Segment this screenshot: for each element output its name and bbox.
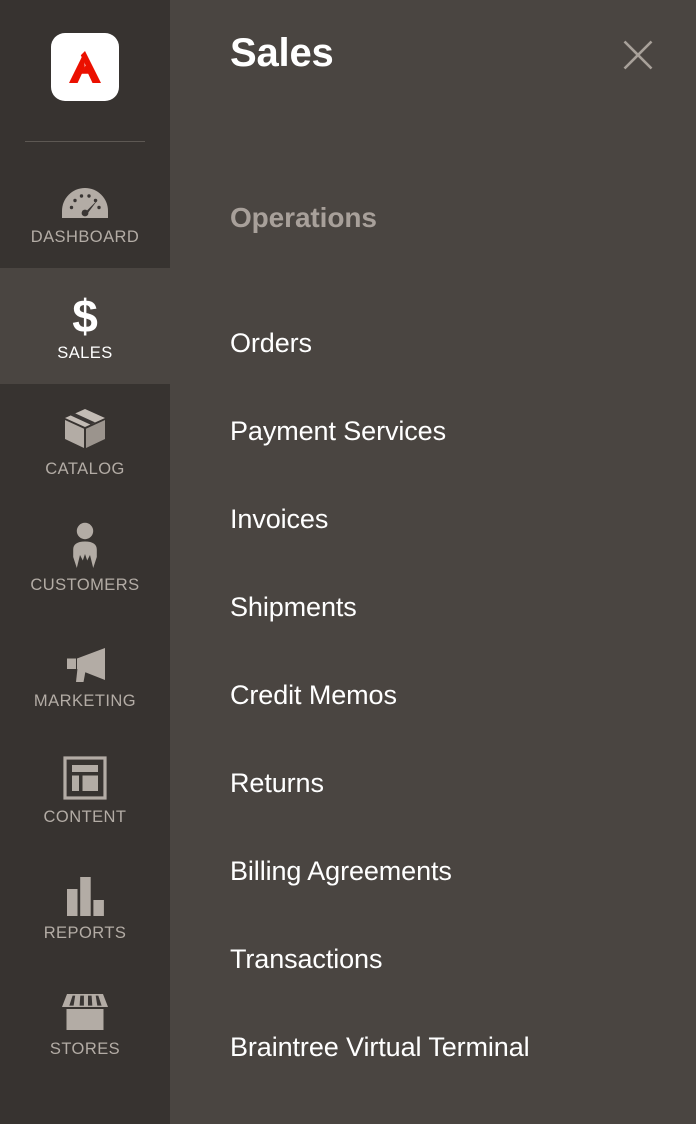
admin-sidebar-rail: DASHBOARD $ SALES CATALOG CUSTOMERS MARK… <box>0 0 170 1124</box>
sidebar-item-label: DASHBOARD <box>30 228 140 247</box>
list-item: Orders <box>170 299 696 387</box>
box-icon <box>62 406 108 452</box>
sidebar-item-dashboard[interactable]: DASHBOARD <box>0 152 170 268</box>
sidebar-item-reports[interactable]: REPORTS <box>0 848 170 964</box>
menu-item-shipments[interactable]: Shipments <box>170 563 696 651</box>
list-item: Invoices <box>170 475 696 563</box>
list-item: Payment Services <box>170 387 696 475</box>
sidebar-item-label: CATALOG <box>45 460 125 479</box>
section-heading-operations: Operations <box>230 202 377 233</box>
menu-item-payment-services[interactable]: Payment Services <box>170 387 696 475</box>
admin-menu-flyout-screen: DASHBOARD $ SALES CATALOG CUSTOMERS MARK… <box>0 0 696 1124</box>
menu-item-transactions[interactable]: Transactions <box>170 915 696 1003</box>
sidebar-item-customers[interactable]: CUSTOMERS <box>0 500 170 616</box>
sidebar-item-label: STORES <box>49 1040 121 1059</box>
menu-item-returns[interactable]: Returns <box>170 739 696 827</box>
sidebar-item-catalog[interactable]: CATALOG <box>0 384 170 500</box>
adobe-commerce-logo[interactable] <box>51 33 119 101</box>
rail-divider <box>25 141 145 142</box>
sidebar-item-marketing[interactable]: MARKETING <box>0 616 170 732</box>
page-title: Sales <box>230 31 334 75</box>
menu-item-orders[interactable]: Orders <box>170 299 696 387</box>
sidebar-item-label: CONTENT <box>43 808 127 827</box>
sidebar-item-label: MARKETING <box>33 692 137 711</box>
operations-menu-list: Orders Payment Services Invoices Shipmen… <box>170 299 696 1091</box>
menu-item-braintree-virtual-terminal[interactable]: Braintree Virtual Terminal <box>170 1003 696 1091</box>
panel-header: Sales <box>170 0 696 120</box>
logo-area[interactable] <box>0 0 170 134</box>
sidebar-item-label: CUSTOMERS <box>30 576 140 595</box>
menu-item-credit-memos[interactable]: Credit Memos <box>170 651 696 739</box>
sidebar-item-label: REPORTS <box>43 924 127 943</box>
close-x-icon <box>623 40 653 70</box>
sidebar-item-sales[interactable]: $ SALES <box>0 268 170 384</box>
menu-item-invoices[interactable]: Invoices <box>170 475 696 563</box>
dollar-sign-icon: $ <box>72 290 98 343</box>
rail-item-list: DASHBOARD $ SALES CATALOG CUSTOMERS MARK… <box>0 152 170 1080</box>
bar-chart-icon <box>64 870 106 917</box>
sales-flyout-panel: Sales Operations Orders Payment Services… <box>170 0 696 1124</box>
close-button[interactable] <box>616 33 660 77</box>
list-item: Shipments <box>170 563 696 651</box>
menu-item-billing-agreements[interactable]: Billing Agreements <box>170 827 696 915</box>
page-layout-icon <box>63 754 107 800</box>
storefront-icon <box>60 986 110 1032</box>
list-item: Transactions <box>170 915 696 1003</box>
sidebar-item-stores[interactable]: STORES <box>0 964 170 1080</box>
sidebar-item-content[interactable]: CONTENT <box>0 732 170 848</box>
sidebar-item-label: SALES <box>57 344 113 363</box>
list-item: Billing Agreements <box>170 827 696 915</box>
dashboard-gauge-icon <box>61 174 109 220</box>
megaphone-icon <box>61 638 109 684</box>
list-item: Credit Memos <box>170 651 696 739</box>
list-item: Returns <box>170 739 696 827</box>
list-item: Braintree Virtual Terminal <box>170 1003 696 1091</box>
person-icon <box>68 522 102 569</box>
adobe-a-mark-icon <box>69 51 101 83</box>
